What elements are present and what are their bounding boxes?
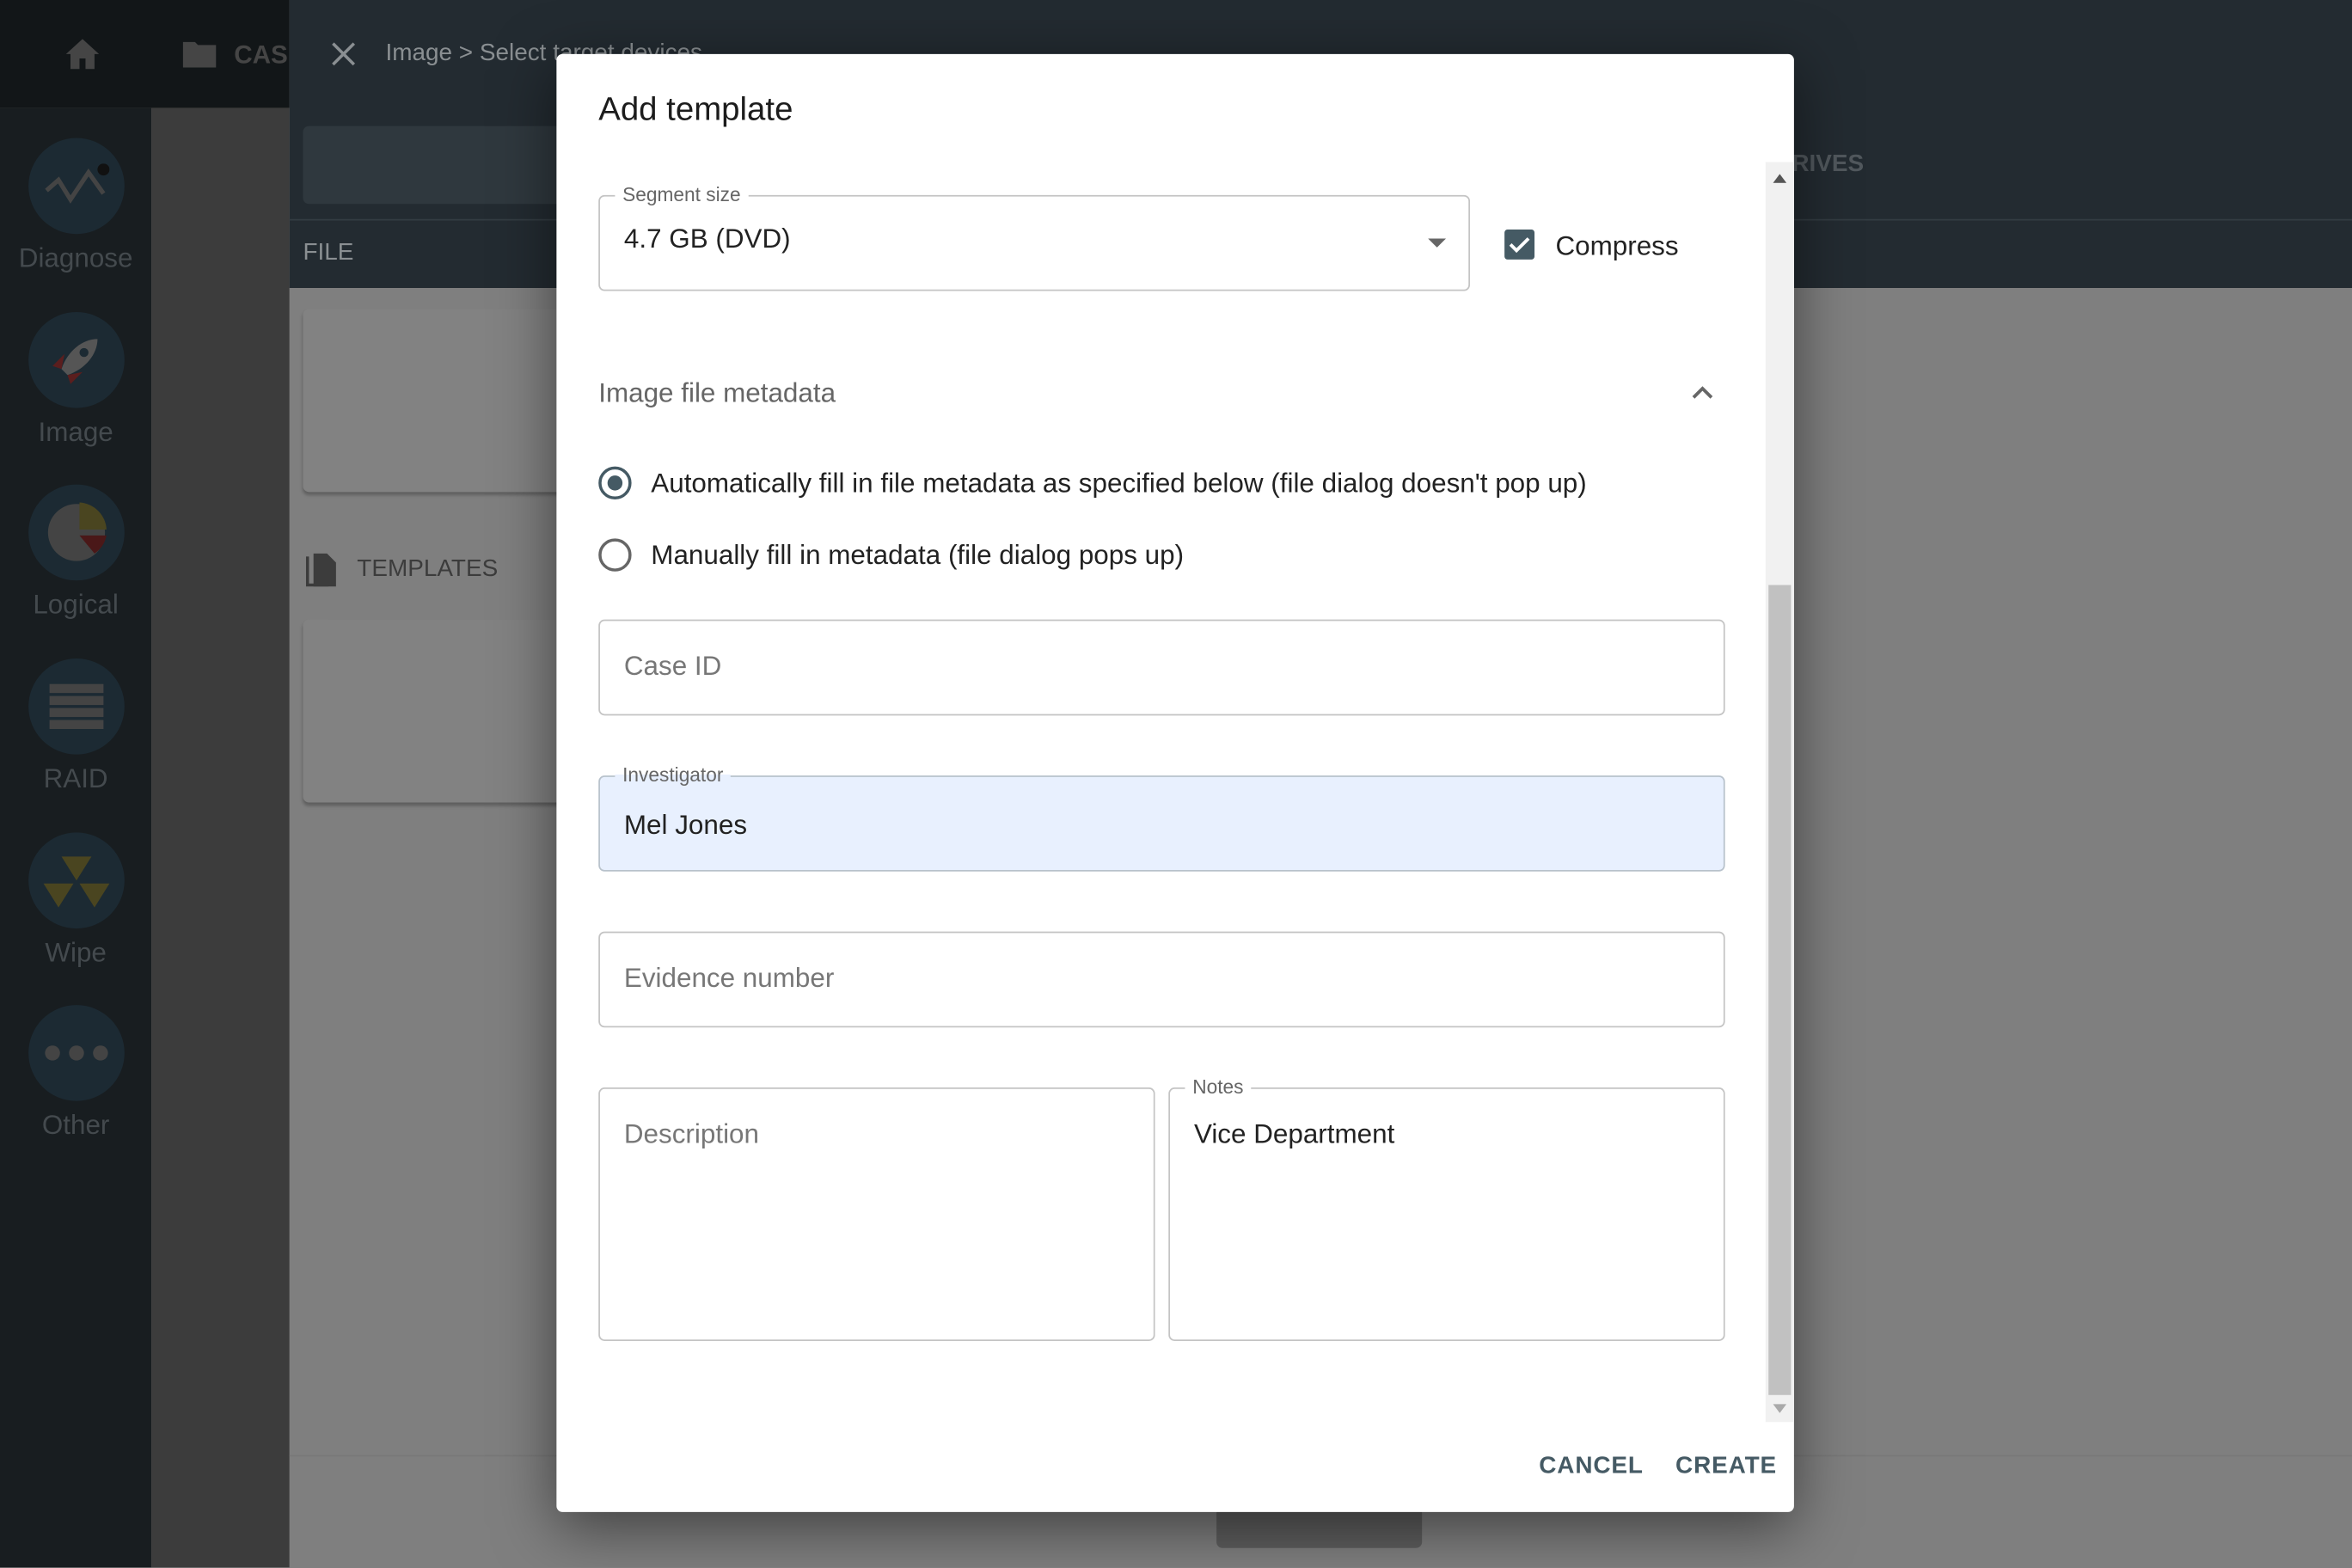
create-button[interactable]: CREATE	[1675, 1454, 1777, 1480]
chevron-down-icon	[1428, 238, 1447, 248]
scrollbar-thumb[interactable]	[1768, 585, 1792, 1395]
scroll-down-icon[interactable]	[1773, 1404, 1787, 1413]
pie-chart-icon	[46, 502, 107, 561]
radiation-icon	[42, 856, 109, 908]
radio-auto-fill-label: Automatically fill in file metadata as s…	[651, 468, 1587, 499]
sidebar-item-diagnose[interactable]: Diagnose	[0, 138, 151, 275]
notes-label: Notes	[1185, 1075, 1252, 1099]
description-field[interactable]: Description	[598, 1087, 1155, 1341]
metadata-section-label: Image file metadata	[598, 377, 836, 408]
investigator-value: Mel Jones	[623, 810, 748, 841]
compress-checkbox[interactable]	[1504, 229, 1535, 260]
add-template-dialog: Add template Segment size 4.7 GB (DVD) C…	[556, 53, 1794, 1512]
templates-label: TEMPLATES	[357, 556, 499, 583]
chevron-up-icon[interactable]	[1692, 385, 1713, 399]
home-icon[interactable]	[64, 38, 101, 70]
investigator-label: Investigator	[615, 763, 732, 787]
check-icon	[1509, 237, 1530, 254]
sidebar-item-logical[interactable]: Logical	[0, 484, 151, 622]
evidence-number-field[interactable]: Evidence number	[598, 931, 1725, 1028]
file-label: FILE	[303, 240, 354, 266]
scroll-up-icon[interactable]	[1773, 174, 1787, 183]
radio-auto-fill[interactable]	[598, 466, 632, 500]
investigator-field[interactable]: Investigator Mel Jones	[598, 763, 1725, 872]
segment-size-value: 4.7 GB (DVD)	[623, 223, 791, 254]
more-icon	[44, 1045, 107, 1061]
description-placeholder: Description	[623, 1118, 760, 1149]
evidence-number-placeholder: Evidence number	[623, 963, 835, 994]
sidebar: Diagnose Image Logical RAID Wipe Other	[0, 107, 152, 1568]
folder-icon	[182, 41, 217, 68]
top-nav: CASE	[0, 0, 305, 108]
raid-icon	[48, 683, 103, 730]
sidebar-item-other[interactable]: Other	[0, 1005, 151, 1142]
sidebar-item-label: Logical	[33, 589, 119, 620]
close-icon[interactable]	[332, 42, 356, 66]
segment-size-select[interactable]: Segment size 4.7 GB (DVD)	[598, 182, 1471, 291]
notes-field[interactable]: Notes Vice Department	[1168, 1075, 1725, 1341]
notes-value: Vice Department	[1193, 1118, 1395, 1149]
templates-icon	[305, 553, 336, 587]
sidebar-item-label: Wipe	[45, 937, 107, 968]
radio-dot	[607, 475, 623, 491]
sidebar-item-wipe[interactable]: Wipe	[0, 832, 151, 969]
screen: CASE Diagnose Image Logical RAID Wipe Ot…	[0, 0, 2352, 1568]
sidebar-item-label: Diagnose	[18, 242, 133, 273]
segment-size-label: Segment size	[615, 182, 749, 206]
sidebar-item-label: RAID	[43, 763, 108, 794]
compress-label: Compress	[1555, 230, 1679, 261]
sidebar-item-label: Image	[38, 417, 113, 447]
radio-manual-fill[interactable]	[598, 538, 632, 572]
sidebar-item-label: Other	[41, 1110, 110, 1141]
radio-manual-fill-label: Manually fill in metadata (file dialog p…	[651, 540, 1185, 571]
cancel-button[interactable]: CANCEL	[1539, 1454, 1644, 1480]
diagnose-icon	[44, 163, 109, 204]
case-id-placeholder: Case ID	[623, 651, 722, 682]
case-id-field[interactable]: Case ID	[598, 619, 1725, 716]
sidebar-item-raid[interactable]: RAID	[0, 658, 151, 795]
dialog-title: Add template	[598, 89, 793, 128]
sidebar-item-image[interactable]: Image	[0, 311, 151, 449]
scrollbar[interactable]	[1765, 162, 1794, 1423]
secondary-column	[151, 107, 290, 1568]
rocket-icon	[52, 339, 97, 384]
